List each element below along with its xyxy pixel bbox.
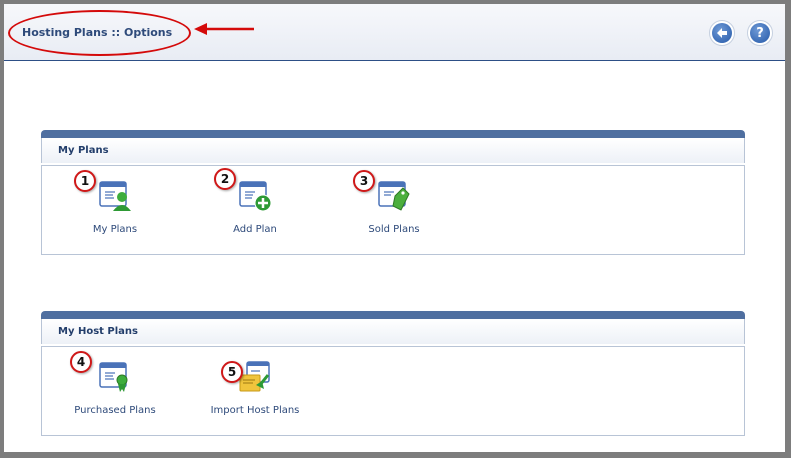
sold-plans-tag-icon: [377, 180, 411, 212]
item-label: Purchased Plans: [74, 405, 156, 416]
back-button[interactable]: [709, 20, 735, 46]
item-label: Sold Plans: [368, 224, 420, 235]
annotation-arrow-icon: [194, 23, 254, 35]
help-button[interactable]: ?: [747, 20, 773, 46]
help-glyph: ?: [756, 25, 764, 41]
section-bar: [41, 130, 745, 138]
import-host-plans-option[interactable]: Import Host Plans: [190, 351, 320, 421]
item-label: Import Host Plans: [210, 405, 300, 416]
item-label: Add Plan: [233, 224, 277, 235]
section-body: Purchased Plans 4 Import Host Plans 5: [41, 346, 745, 436]
sold-plans-option[interactable]: Sold Plans: [329, 170, 459, 240]
back-arrow-icon: [712, 23, 732, 43]
step-badge: 3: [353, 170, 375, 192]
section-title: My Host Plans: [58, 326, 138, 337]
step-badge: 2: [214, 168, 236, 190]
section-body: My Plans 1 Add Plan 2 Sold Plans 3: [41, 165, 745, 255]
section-title: My Plans: [58, 145, 109, 156]
help-question-icon: ?: [750, 23, 770, 43]
my-plans-option[interactable]: My Plans: [50, 170, 180, 240]
step-badge: 4: [70, 351, 92, 373]
add-plan-option[interactable]: Add Plan: [190, 170, 320, 240]
page-title: Hosting Plans :: Options: [22, 26, 173, 39]
item-label: My Plans: [92, 224, 138, 235]
import-host-plans-icon: [238, 361, 272, 393]
section-bar: [41, 311, 745, 319]
purchased-plans-ribbon-icon: [98, 361, 132, 393]
section-header: My Host Plans: [41, 319, 745, 344]
page-header: Hosting Plans :: Options ?: [4, 4, 785, 61]
step-badge: 1: [74, 170, 96, 192]
add-plan-icon: [238, 180, 272, 212]
step-badge: 5: [221, 361, 243, 383]
section-header: My Plans: [41, 138, 745, 163]
user-plans-icon: [98, 180, 132, 212]
